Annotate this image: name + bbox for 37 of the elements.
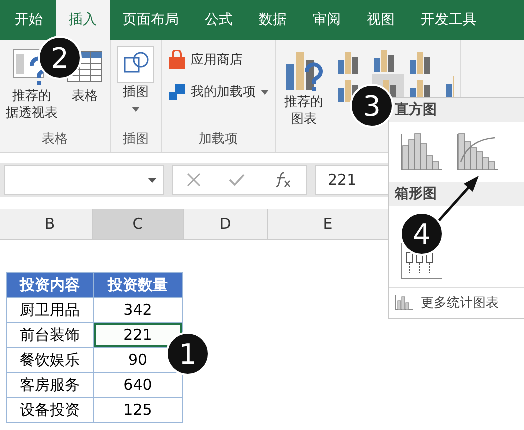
group-label: 表格 [41,131,69,149]
step-number-badge: 1 [166,332,210,376]
pareto-chart-icon[interactable] [457,132,499,172]
table-cell: 客房服务 [6,372,94,398]
chart-icon [395,295,413,311]
group-label: 插图 [122,131,150,149]
section-header: 箱形图 [389,182,524,206]
table-cell: 前台装饰 [6,322,94,348]
table-cell: 设备投资 [6,398,94,422]
ribbon-tab[interactable]: 视图 [354,0,408,40]
ribbon-tab[interactable]: 公式 [192,0,246,40]
histogram-icon[interactable] [401,132,443,172]
table-header-cell: 投资数量 [94,272,182,298]
ribbon-tab[interactable]: 页面布局 [110,0,192,40]
check-icon[interactable] [229,173,246,187]
ribbon-tab[interactable]: 审阅 [300,0,354,40]
column-header[interactable]: D [184,209,268,239]
cancel-icon[interactable] [187,173,202,187]
store-button[interactable]: 应用商店 [168,46,269,74]
table-cell: 餐饮娱乐 [6,348,94,372]
ribbon-tab[interactable]: 开发工具 [408,0,490,40]
function-icon[interactable] [274,172,292,188]
column-header[interactable]: C [93,209,184,239]
my-addins-button[interactable]: 我的加载项 [168,78,269,106]
table-cell: 125 [94,398,182,422]
table-cell: 厨卫用品 [6,298,94,322]
ribbon-tab[interactable]: 数据 [246,0,300,40]
dropdown-arrow-icon [261,90,269,94]
table-header-cell: 投资内容 [6,272,94,298]
charts-button[interactable]: 推荐的 图表 [282,46,326,130]
ribbon-tab[interactable]: 插入 [56,0,110,40]
dropdown-arrow-icon [148,178,157,182]
section-header: 直方图 [389,98,524,122]
more-charts-item[interactable]: 更多统计图表 [389,287,524,318]
illustration-button[interactable]: 插图 [117,46,155,130]
shapes-icon [117,46,155,84]
group-label: 加载项 [198,131,239,149]
